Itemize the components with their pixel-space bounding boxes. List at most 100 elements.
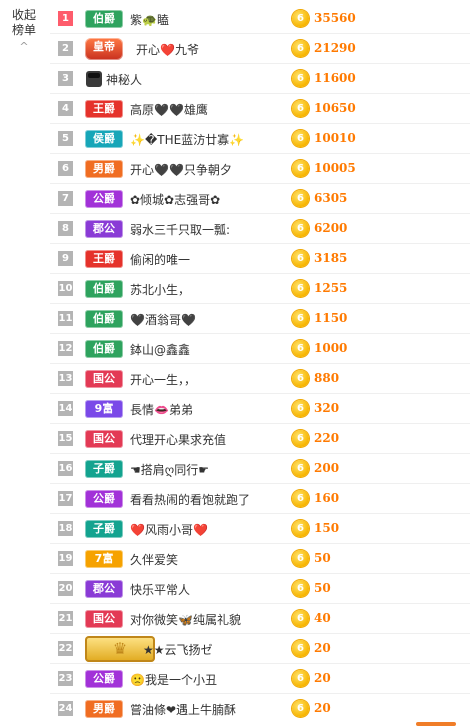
- user-name[interactable]: 鉢山@鑫鑫: [130, 341, 190, 358]
- score-value: 35560: [314, 11, 356, 25]
- user-name[interactable]: 🙁我是一个小丑: [130, 671, 217, 688]
- rank-number: 20: [58, 581, 73, 596]
- score-value: 150: [314, 521, 340, 535]
- user-name[interactable]: 快乐平常人: [130, 581, 190, 598]
- ranking-row[interactable]: 22 ♛ ★★云飞扬ゼ 6 20: [50, 634, 470, 664]
- ranking-row[interactable]: 19 7富 久伴爱笑 6 50: [50, 544, 470, 574]
- rank-number: 24: [58, 701, 73, 716]
- ranking-row[interactable]: 12 伯爵 鉢山@鑫鑫 6 1000: [50, 334, 470, 364]
- rank-title-badge: 王爵: [85, 100, 123, 118]
- ranking-row[interactable]: 9 王爵 偷闲的唯一 6 3185: [50, 244, 470, 274]
- coin-icon: 6: [292, 400, 309, 417]
- ranking-row[interactable]: 7 公爵 ✿倾城✿志强哥✿ 6 6305: [50, 184, 470, 214]
- score-value: 21290: [314, 41, 356, 55]
- user-name[interactable]: 🖤酒翁哥🖤: [130, 311, 196, 328]
- score-value: 50: [314, 551, 331, 565]
- coin-icon: 6: [292, 10, 309, 27]
- rank-number: 16: [58, 461, 73, 476]
- rank-title-badge: 皇帝: [85, 38, 123, 60]
- score-value: 3185: [314, 251, 348, 265]
- score-value: 10005: [314, 161, 356, 175]
- ranking-row[interactable]: 23 公爵 🙁我是一个小丑 6 20: [50, 664, 470, 694]
- score-value: 1000: [314, 341, 348, 355]
- user-name[interactable]: 代理开心果求充值: [130, 431, 226, 448]
- ranking-row[interactable]: 8 郡公 弱水三千只取一瓢: 6 6200: [50, 214, 470, 244]
- user-name[interactable]: 嘗油條❤遇上牛腩酥: [130, 701, 236, 718]
- ranking-row[interactable]: 5 侯爵 ✨�THE蓝汸廿寡✨ 6 10010: [50, 124, 470, 154]
- rank-title-badge: 伯爵: [85, 310, 123, 328]
- user-name[interactable]: 久伴爱笑: [130, 551, 178, 568]
- coin-icon: 6: [292, 430, 309, 447]
- ranking-list: 1 伯爵 紫🐢瞌 6 35560 2 皇帝 开心❤️九爷 6 21290 3 神秘人 6 11600 4 王爵…: [50, 0, 470, 727]
- rank-title-badge: 伯爵: [85, 280, 123, 298]
- user-name[interactable]: 看看热闹的看饱就跑了: [130, 491, 250, 508]
- ranking-row[interactable]: 1 伯爵 紫🐢瞌 6 35560: [50, 4, 470, 34]
- score-value: 10010: [314, 131, 356, 145]
- rank-number: 19: [58, 551, 73, 566]
- user-name[interactable]: ★★云飞扬ゼ: [143, 641, 213, 658]
- rank-number: 14: [58, 401, 73, 416]
- ranking-row[interactable]: 4 王爵 高原🖤🖤雄鹰 6 10650: [50, 94, 470, 124]
- chevron-up-icon: ^: [19, 40, 29, 53]
- rank-title-badge: 7富: [85, 550, 123, 568]
- ranking-row[interactable]: 21 国公 对你微笑🦋纯属礼貌 6 40: [50, 604, 470, 634]
- ranking-row[interactable]: 13 国公 开心一生，， 6 880: [50, 364, 470, 394]
- user-name[interactable]: 長情👄弟弟: [130, 401, 193, 418]
- score-value: 220: [314, 431, 340, 445]
- ranking-row[interactable]: 17 公爵 看看热闹的看饱就跑了 6 160: [50, 484, 470, 514]
- score-value: 160: [314, 491, 340, 505]
- rank-title-badge: 子爵: [85, 520, 123, 538]
- rank-number: 15: [58, 431, 73, 446]
- collapse-label-line-2: 榜单: [11, 23, 36, 37]
- ranking-row[interactable]: 18 子爵 ❤️风雨小哥❤️ 6 150: [50, 514, 470, 544]
- rank-title-badge: 男爵: [85, 160, 123, 178]
- rank-number: 8: [58, 221, 73, 236]
- ranking-row[interactable]: 6 男爵 开心🖤🖤只争朝夕 6 10005: [50, 154, 470, 184]
- bottom-edge: [0, 721, 470, 727]
- coin-icon: 6: [292, 190, 309, 207]
- user-name[interactable]: 弱水三千只取一瓢:: [130, 221, 230, 238]
- coin-icon: 6: [292, 520, 309, 537]
- coin-icon: 6: [292, 250, 309, 267]
- rank-title-badge: 9富: [85, 400, 123, 418]
- ranking-row[interactable]: 14 9富 長情👄弟弟 6 320: [50, 394, 470, 424]
- ranking-row[interactable]: 2 皇帝 开心❤️九爷 6 21290: [50, 34, 470, 64]
- score-value: 10650: [314, 101, 356, 115]
- user-name[interactable]: ✿倾城✿志强哥✿: [130, 191, 220, 208]
- user-name[interactable]: ✨�THE蓝汸廿寡✨: [130, 131, 244, 148]
- user-name[interactable]: ❤️风雨小哥❤️: [130, 521, 208, 538]
- ranking-row[interactable]: 16 子爵 ☚搭肩ღ同行☛ 6 200: [50, 454, 470, 484]
- rank-number: 4: [58, 101, 73, 116]
- coin-icon: 6: [292, 340, 309, 357]
- user-name[interactable]: 紫🐢瞌: [130, 11, 169, 28]
- user-name[interactable]: 开心🖤🖤只争朝夕: [130, 161, 232, 178]
- score-value: 40: [314, 611, 331, 625]
- user-name[interactable]: 开心❤️九爷: [136, 41, 199, 58]
- rank-title-badge: 国公: [85, 610, 123, 628]
- user-name[interactable]: 苏北小生，: [130, 281, 190, 298]
- coin-icon: 6: [292, 460, 309, 477]
- score-value: 880: [314, 371, 340, 385]
- user-name[interactable]: 偷闲的唯一: [130, 251, 190, 268]
- coin-icon: 6: [292, 160, 309, 177]
- rank-title-badge: 公爵: [85, 190, 123, 208]
- ranking-row[interactable]: 11 伯爵 🖤酒翁哥🖤 6 1150: [50, 304, 470, 334]
- ranking-row[interactable]: 24 男爵 嘗油條❤遇上牛腩酥 6 20: [50, 694, 470, 724]
- user-name[interactable]: ☚搭肩ღ同行☛: [130, 461, 209, 478]
- ranking-row[interactable]: 10 伯爵 苏北小生， 6 1255: [50, 274, 470, 304]
- ranking-row[interactable]: 20 郡公 快乐平常人 6 50: [50, 574, 470, 604]
- user-name[interactable]: 开心一生，，: [130, 371, 196, 388]
- rank-title-badge: 郡公: [85, 580, 123, 598]
- user-name[interactable]: 神秘人: [106, 71, 142, 88]
- rank-number: 6: [58, 161, 73, 176]
- coin-icon: 6: [292, 490, 309, 507]
- score-value: 200: [314, 461, 340, 475]
- rank-title-badge: 伯爵: [85, 340, 123, 358]
- ranking-row[interactable]: 3 神秘人 6 11600: [50, 64, 470, 94]
- user-name[interactable]: 高原🖤🖤雄鹰: [130, 101, 208, 118]
- rank-number: 21: [58, 611, 73, 626]
- collapse-ranking-button[interactable]: 收起 榜单 ^: [10, 8, 38, 54]
- ranking-row[interactable]: 15 国公 代理开心果求充值 6 220: [50, 424, 470, 454]
- coin-icon: 6: [292, 610, 309, 627]
- user-name[interactable]: 对你微笑🦋纯属礼貌: [130, 611, 241, 628]
